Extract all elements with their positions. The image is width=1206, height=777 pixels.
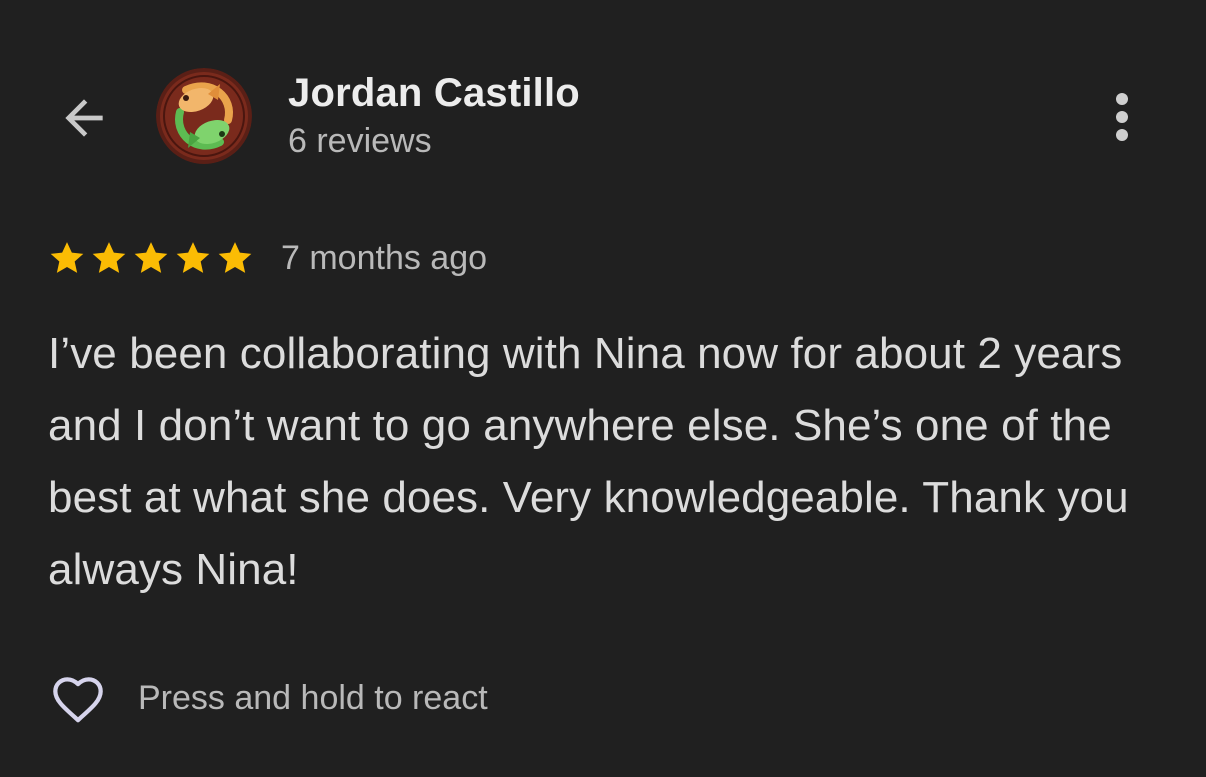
arrow-left-icon — [65, 99, 103, 137]
more-options-button[interactable] — [1098, 88, 1146, 146]
star-icon — [134, 242, 168, 273]
more-vertical-icon — [1116, 93, 1128, 141]
star-rating — [47, 238, 255, 278]
back-button[interactable] — [52, 86, 116, 150]
avatar[interactable] — [156, 68, 252, 164]
review-count: 6 reviews — [288, 122, 432, 160]
koi-fish-avatar-image — [156, 68, 252, 164]
author-name[interactable]: Jordan Castillo — [288, 70, 580, 116]
heart-outline-icon — [53, 677, 103, 723]
rating-row: 7 months ago — [47, 234, 487, 282]
star-icon — [176, 242, 210, 273]
react-button[interactable] — [46, 666, 110, 730]
review-date: 7 months ago — [281, 239, 488, 277]
reaction-row: Press and hold to react — [46, 666, 488, 730]
star-icon — [92, 242, 126, 273]
star-icon — [218, 242, 252, 273]
star-icon — [50, 242, 84, 273]
review-text: I’ve been collaborating with Nina now fo… — [48, 329, 1129, 594]
react-hint: Press and hold to react — [138, 679, 488, 717]
author-header: Jordan Castillo 6 reviews — [288, 70, 580, 163]
